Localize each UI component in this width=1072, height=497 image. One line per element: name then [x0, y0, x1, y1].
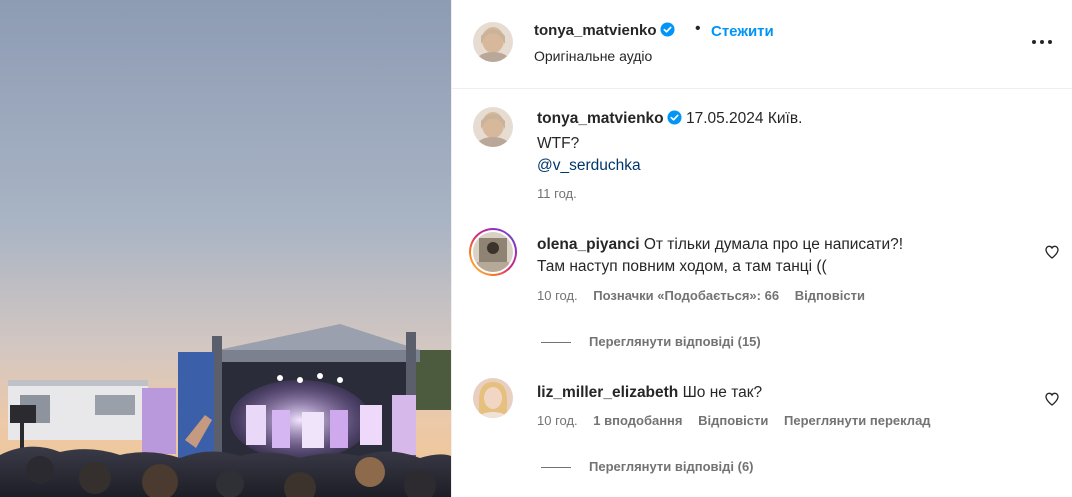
story-ring[interactable] — [469, 228, 517, 276]
commenter-username[interactable]: liz_miller_elizabeth — [537, 384, 678, 401]
translate-button[interactable]: Переглянути переклад — [784, 413, 931, 428]
view-replies-label[interactable]: Переглянути відповіді (15) — [589, 334, 761, 349]
header-separator: • — [695, 20, 701, 37]
caption-date-place: 17.05.2024 Київ. — [685, 110, 803, 127]
comment-text: liz_miller_elizabeth Шо не так? — [537, 382, 957, 404]
more-options-icon[interactable] — [1030, 30, 1054, 54]
author-username-text[interactable]: tonya_matvienko — [534, 22, 657, 39]
like-heart-icon[interactable] — [1044, 391, 1060, 407]
commenter-username[interactable]: olena_piyanci — [537, 236, 640, 253]
post-header: tonya_matvienko • Стежити Оригінальне ау… — [452, 0, 1072, 89]
author-avatar[interactable] — [473, 22, 513, 62]
verified-badge-icon — [667, 110, 682, 125]
post-media-photo[interactable] — [0, 0, 451, 497]
original-audio-link[interactable]: Оригінальне аудіо — [534, 48, 652, 64]
comment-text: olena_piyanci От тільки думала про це на… — [537, 234, 957, 278]
caption-author-avatar[interactable] — [473, 107, 513, 147]
replies-divider — [541, 342, 571, 344]
caption-first-line: tonya_matvienko 17.05.2024 Київ. — [537, 110, 802, 128]
view-replies-button[interactable]: Переглянути відповіді (15) — [541, 334, 761, 349]
follow-button[interactable]: Стежити — [711, 23, 774, 40]
author-username[interactable]: tonya_matvienko — [534, 22, 675, 39]
commenter-avatar[interactable] — [473, 378, 513, 418]
comment-meta: 10 год. Позначки «Подобається»: 66 Відпо… — [537, 288, 877, 303]
post-details-panel: tonya_matvienko • Стежити Оригінальне ау… — [451, 0, 1072, 497]
comment-body-line2: Там наступ повним ходом, а там танці (( — [537, 258, 827, 275]
comment-timestamp[interactable]: 10 год. — [537, 288, 578, 303]
commenter-avatar[interactable] — [473, 232, 513, 272]
concert-stage-image — [0, 0, 451, 497]
verified-badge-icon — [660, 22, 675, 37]
comment-timestamp[interactable]: 10 год. — [537, 413, 578, 428]
view-replies-label[interactable]: Переглянути відповіді (6) — [589, 459, 754, 474]
comment-likes-count[interactable]: Позначки «Подобається»: 66 — [593, 288, 779, 303]
caption-text: WTF? — [537, 135, 580, 152]
caption-username[interactable]: tonya_matvienko — [537, 110, 664, 127]
comment-likes-count[interactable]: 1 вподобання — [593, 413, 682, 428]
comment-body-line1: Шо не так? — [682, 384, 763, 401]
like-heart-icon[interactable] — [1044, 244, 1060, 260]
reply-button[interactable]: Відповісти — [795, 288, 865, 303]
reply-button[interactable]: Відповісти — [698, 413, 768, 428]
comment-body-line1: От тільки думала про це написати?! — [643, 236, 904, 253]
replies-divider — [541, 467, 571, 469]
comment-meta: 10 год. 1 вподобання Відповісти Переглян… — [537, 413, 943, 428]
caption-mention-link[interactable]: @v_serduchka — [537, 157, 641, 175]
caption-timestamp[interactable]: 11 год. — [537, 186, 577, 201]
view-replies-button[interactable]: Переглянути відповіді (6) — [541, 459, 754, 474]
